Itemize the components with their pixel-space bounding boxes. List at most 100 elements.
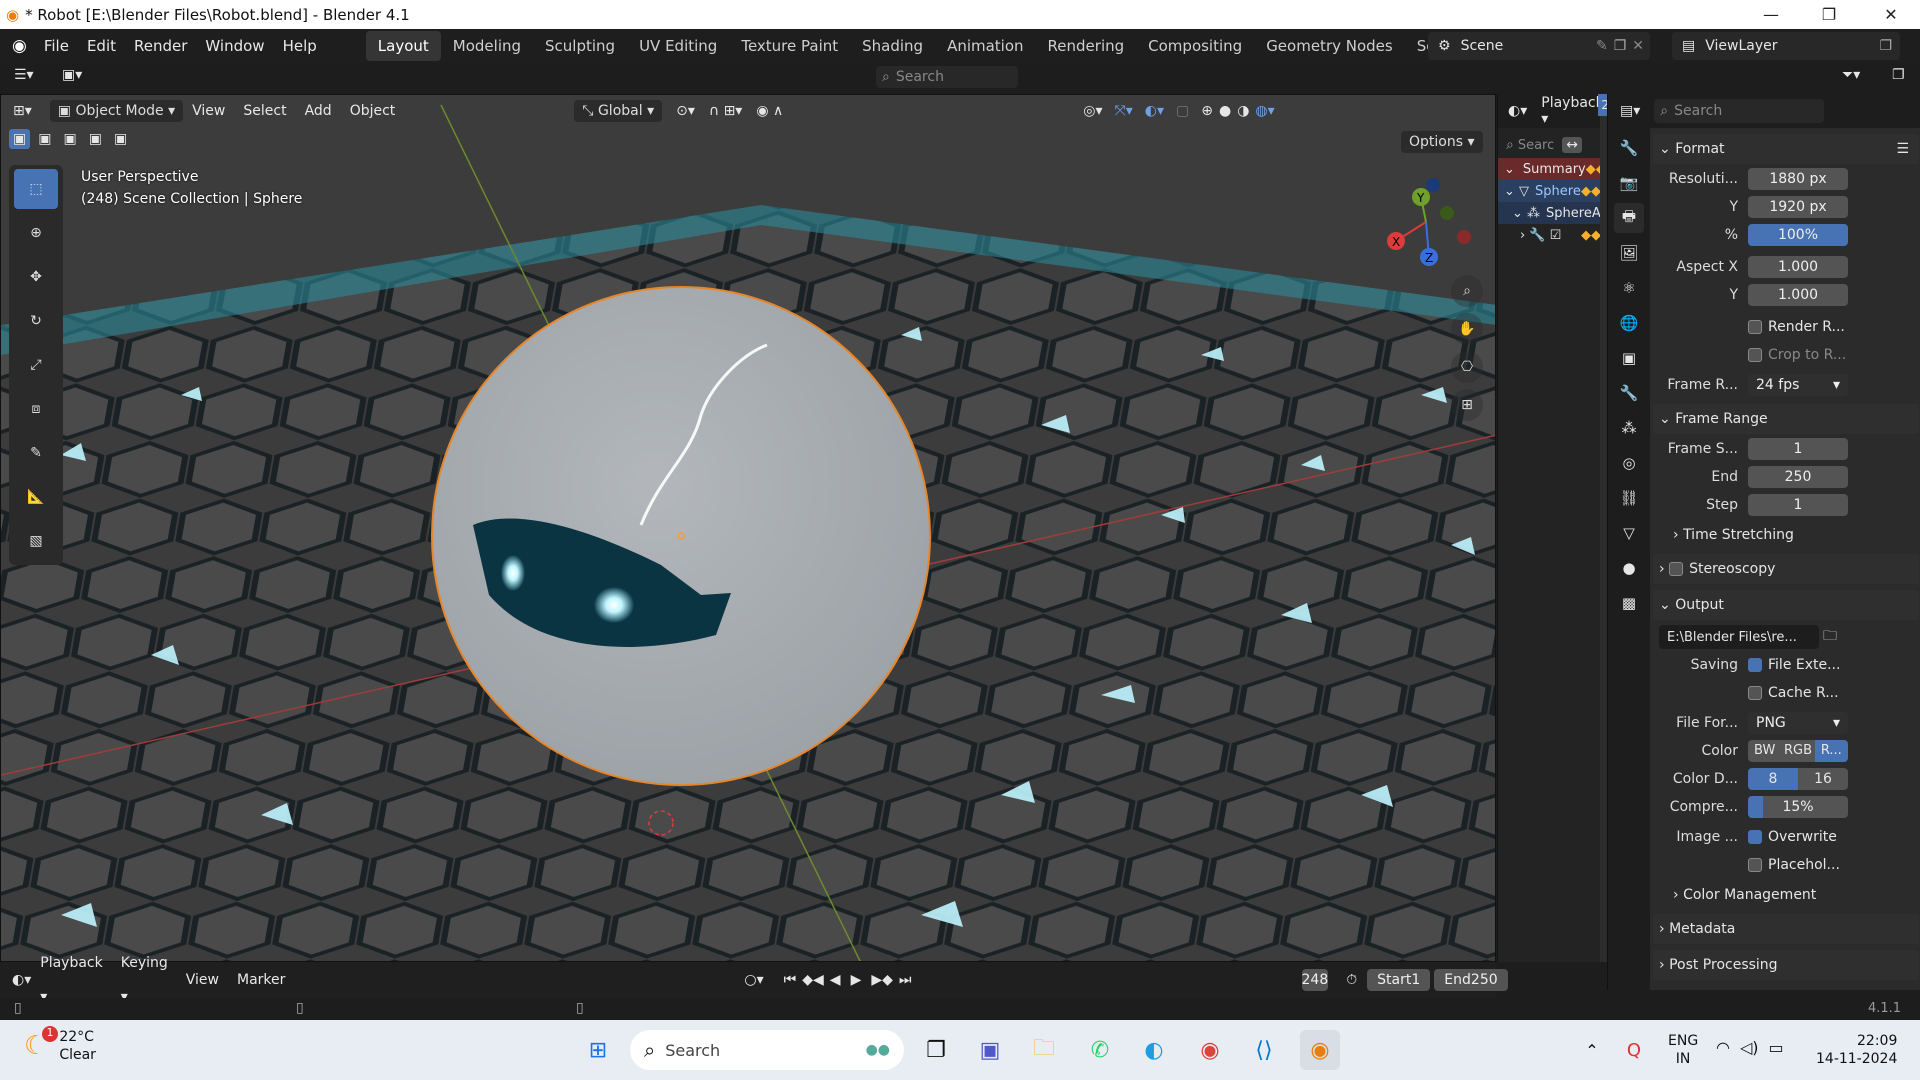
aspect-x-field[interactable]: 1.000 — [1748, 256, 1848, 278]
tab-rendering[interactable]: Rendering — [1036, 31, 1137, 61]
viewport-editor-type-icon[interactable]: ⊞▾ — [13, 103, 32, 119]
new-collection-icon[interactable]: ❐ — [1892, 67, 1905, 83]
output-tab-icon[interactable]: 🖶 — [1614, 203, 1644, 233]
proportional-edit-icon[interactable]: ◉ ∧ — [756, 103, 783, 119]
list-item[interactable]: › 🔧 ☑ ◆◆ — [1498, 224, 1607, 246]
pin-icon[interactable]: ✎ — [1596, 38, 1608, 54]
tab-animation[interactable]: Animation — [935, 31, 1035, 61]
timeline-view-menu[interactable]: View — [177, 963, 228, 997]
navigation-gizmo[interactable]: X Y Z — [1381, 177, 1471, 267]
weather-widget[interactable]: ☾ 1 22°C Clear — [24, 1026, 96, 1064]
editor-type-icon[interactable]: ☰▾ — [14, 67, 34, 83]
compression-slider[interactable]: 15% — [1748, 796, 1848, 818]
menu-file[interactable]: File — [35, 29, 78, 63]
display-mode-icon[interactable]: ▣▾ — [62, 67, 82, 83]
scene-icon[interactable]: ⚙ — [1438, 38, 1451, 54]
viewport-menu-select[interactable]: Select — [234, 95, 295, 128]
swap-icon[interactable]: ↔ — [1562, 137, 1583, 153]
resolution-x-field[interactable]: 1880 px — [1748, 168, 1848, 190]
aspect-y-field[interactable]: 1.000 — [1748, 284, 1848, 306]
shading-rendered-icon[interactable]: ◍▾ — [1255, 103, 1274, 119]
world-tab-icon[interactable]: 🌐 — [1614, 308, 1644, 338]
tab-modeling[interactable]: Modeling — [441, 31, 533, 61]
material-tab-icon[interactable]: ● — [1614, 553, 1644, 583]
time-stretching-subpanel[interactable]: › Time Stretching — [1653, 522, 1919, 548]
current-frame-field[interactable]: 248 — [1301, 969, 1329, 991]
depth-8-button[interactable]: 8 — [1748, 768, 1798, 790]
jump-start-icon[interactable]: ⏮ — [784, 972, 797, 988]
ortho-grid-icon[interactable]: ⊞ — [1451, 389, 1483, 421]
select-invert-icon[interactable]: ▣ — [85, 129, 106, 149]
list-item[interactable]: ⌄ Summary ◆◆ — [1498, 158, 1607, 180]
clock[interactable]: 22:09 14-11-2024 — [1816, 1032, 1897, 1068]
physics-tab-icon[interactable]: ◎ — [1614, 448, 1644, 478]
xray-icon[interactable]: ▢ — [1176, 103, 1189, 119]
color-bw-button[interactable]: BW — [1748, 740, 1782, 762]
3d-viewport[interactable]: ⊞▾ ▣ Object Mode ▾ View Select Add Objec… — [0, 94, 1496, 962]
move-tool-icon[interactable]: ✥ — [14, 257, 58, 297]
constraints-tab-icon[interactable]: ⛓ — [1614, 483, 1644, 513]
metadata-panel-header[interactable]: › Metadata — [1653, 914, 1919, 944]
system-tray[interactable]: ◠ ◁) ▭ — [1716, 1038, 1784, 1057]
menu-help[interactable]: Help — [274, 29, 326, 63]
view-layer-tab-icon[interactable]: 🖼 — [1614, 238, 1644, 268]
blender-taskbar-icon[interactable]: ◉ — [1300, 1030, 1340, 1070]
view-layer-name[interactable]: ViewLayer — [1705, 38, 1777, 54]
zoom-icon[interactable]: ⌕ — [1451, 275, 1483, 307]
shading-material-icon[interactable]: ◑ — [1237, 103, 1249, 119]
jump-end-icon[interactable]: ⏭ — [899, 972, 912, 988]
object-tab-icon[interactable]: ▣ — [1614, 343, 1644, 373]
maximize-button[interactable]: ❐ — [1800, 0, 1858, 29]
properties-type-icon[interactable]: ▤▾ — [1620, 103, 1640, 119]
dopesheet-search[interactable]: Searc — [1518, 138, 1554, 153]
menu-edit[interactable]: Edit — [78, 29, 125, 63]
depth-16-button[interactable]: 16 — [1798, 768, 1848, 790]
tab-texture-paint[interactable]: Texture Paint — [729, 31, 850, 61]
tab-uv-editing[interactable]: UV Editing — [627, 31, 729, 61]
resolution-percent-field[interactable]: 100% — [1748, 224, 1848, 246]
prev-keyframe-icon[interactable]: ◆◀ — [802, 972, 824, 988]
language-indicator[interactable]: ENG IN — [1668, 1032, 1698, 1068]
play-icon[interactable]: ▶ — [851, 972, 862, 988]
select-tool-icon[interactable]: ⬚ — [14, 169, 58, 209]
dopesheet-type-icon[interactable]: ◐▾ — [1508, 103, 1527, 119]
render-region-checkbox[interactable] — [1748, 320, 1762, 334]
placeholders-checkbox[interactable] — [1748, 858, 1762, 872]
chrome-icon[interactable]: ◉ — [1190, 1030, 1230, 1070]
delete-scene-icon[interactable]: ✕ — [1632, 38, 1644, 54]
close-button[interactable]: ✕ — [1862, 0, 1920, 29]
menu-window[interactable]: Window — [196, 29, 273, 63]
stopwatch-icon[interactable]: ⏱ — [1346, 972, 1357, 988]
color-rgba-button[interactable]: R... — [1814, 740, 1848, 762]
timeline-start-field[interactable]: Start 1 — [1367, 969, 1431, 991]
blender-menu-icon[interactable]: ◉ — [12, 36, 27, 56]
rotate-tool-icon[interactable]: ↻ — [14, 301, 58, 341]
timeline-marker-menu[interactable]: Marker — [228, 963, 294, 997]
cursor-tool-icon[interactable]: ⊕ — [14, 213, 58, 253]
frame-range-panel-header[interactable]: ⌄ Frame Range — [1653, 404, 1919, 434]
viewport-menu-object[interactable]: Object — [341, 95, 405, 128]
render-tab-icon[interactable]: 📷 — [1614, 168, 1644, 198]
transform-tool-icon[interactable]: ⧈ — [14, 389, 58, 429]
tab-compositing[interactable]: Compositing — [1136, 31, 1254, 61]
taskbar-search[interactable]: ⌕ Search ●● — [630, 1030, 904, 1070]
filter-icon[interactable]: ⏷▾ — [1842, 67, 1860, 83]
scene-name[interactable]: Scene — [1461, 38, 1504, 54]
viewport-menu-add[interactable]: Add — [296, 95, 341, 128]
list-item[interactable]: ⌄ ▽ Sphere ◆◆ — [1498, 180, 1607, 202]
properties-search[interactable]: ⌕ Search — [1654, 99, 1825, 123]
camera-view-icon[interactable]: ⎔ — [1451, 351, 1483, 383]
shading-solid-icon[interactable]: ● — [1219, 103, 1231, 119]
new-scene-icon[interactable]: ❐ — [1614, 38, 1627, 54]
record-icon[interactable]: ○▾ — [744, 972, 763, 988]
modifier-tab-icon[interactable]: 🔧 — [1614, 378, 1644, 408]
color-management-subpanel[interactable]: › Color Management — [1653, 882, 1919, 908]
presets-icon[interactable]: ☰ — [1896, 141, 1909, 157]
post-processing-panel-header[interactable]: › Post Processing — [1653, 950, 1919, 980]
tab-layout[interactable]: Layout — [365, 31, 441, 61]
task-view-icon[interactable]: ❐ — [916, 1030, 956, 1070]
format-panel-header[interactable]: ⌄ Format ☰ — [1653, 134, 1919, 164]
output-path-field[interactable]: E:\Blender Files\re... — [1659, 625, 1819, 649]
frame-step-field[interactable]: 1 — [1748, 494, 1848, 516]
shading-wireframe-icon[interactable]: ⊕ — [1201, 103, 1213, 119]
